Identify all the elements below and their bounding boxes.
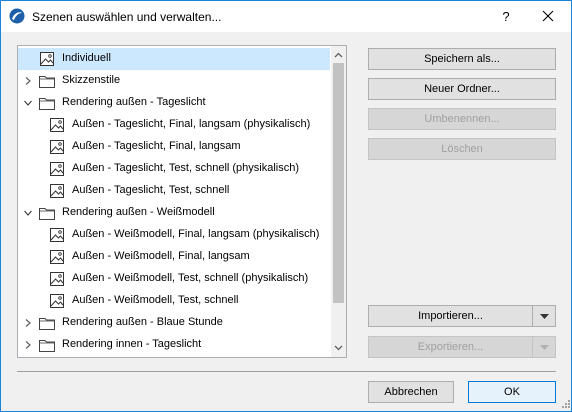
tree-item-label: Rendering außen - Weißmodell	[62, 206, 215, 218]
scene-image-icon	[48, 182, 66, 200]
scene-tree[interactable]: Individuell Skizzenstile Rendering außen -…	[17, 45, 347, 358]
chevron-right-icon[interactable]	[23, 340, 33, 350]
tree-item-label: Außen - Weißmodell, Final, langsam	[72, 250, 250, 262]
tree-item-label: Außen - Tageslicht, Final, langsam (phys…	[72, 118, 311, 130]
tree-item-label: Außen - Weißmodell, Test, schnell (physi…	[72, 272, 309, 284]
tree-scene-row[interactable]: Außen - Weißmodell, Test, schnell (physi…	[18, 268, 330, 290]
scene-dialog: Szenen auswählen und verwalten... ? Indi…	[0, 0, 572, 412]
tree-item-label: Außen - Tageslicht, Test, schnell (physi…	[72, 162, 300, 174]
tree-item-label: Rendering außen - Tageslicht	[62, 96, 206, 108]
tree-folder-row[interactable]: Rendering außen - Tageslicht	[18, 92, 330, 114]
tree-scene-row[interactable]: Individuell	[18, 48, 330, 70]
chevron-down-icon[interactable]	[23, 208, 33, 218]
folder-icon	[38, 314, 56, 332]
delete-button[interactable]: Löschen	[368, 138, 556, 160]
scene-image-icon	[48, 226, 66, 244]
tree-folder-row[interactable]: Skizzenstile	[18, 70, 330, 92]
scene-image-icon	[48, 270, 66, 288]
chevron-right-icon[interactable]	[23, 318, 33, 328]
folder-icon	[38, 336, 56, 354]
tree-scene-row[interactable]: Außen - Weißmodell, Test, schnell	[18, 290, 330, 312]
export-split-button: Exportieren...	[368, 336, 556, 358]
tree-folder-row[interactable]: Rendering innen - Tageslicht	[18, 334, 330, 356]
scene-image-icon	[48, 138, 66, 156]
scene-image-icon	[38, 50, 56, 68]
scene-image-icon	[48, 248, 66, 266]
tree-scene-row[interactable]: Außen - Tageslicht, Final, langsam	[18, 136, 330, 158]
folder-icon	[38, 94, 56, 112]
tree-item-label: Rendering außen - Blaue Stunde	[62, 316, 223, 328]
tree-item-label: Rendering innen - Tageslicht	[62, 338, 202, 350]
ok-button[interactable]: OK	[468, 381, 556, 403]
footer-divider	[17, 371, 556, 372]
new-folder-button[interactable]: Neuer Ordner...	[368, 78, 556, 100]
chevron-right-icon[interactable]	[23, 76, 33, 86]
scene-image-icon	[48, 116, 66, 134]
chevron-down-icon[interactable]	[23, 98, 33, 108]
scene-image-icon	[48, 292, 66, 310]
tree-item-label: Außen - Weißmodell, Test, schnell	[72, 294, 239, 306]
scroll-up-arrow-icon[interactable]	[334, 51, 343, 60]
dropdown-arrow-icon	[540, 345, 549, 350]
resize-grip-icon[interactable]	[559, 399, 571, 411]
import-dropdown-button[interactable]	[532, 305, 556, 327]
tree-item-label: Außen - Tageslicht, Final, langsam	[72, 140, 241, 152]
tree-folder-row[interactable]: Rendering außen - Blaue Stunde	[18, 312, 330, 334]
tree-scene-row[interactable]: Außen - Weißmodell, Final, langsam (phys…	[18, 224, 330, 246]
rename-button[interactable]: Umbenennen...	[368, 108, 556, 130]
scroll-down-arrow-icon[interactable]	[334, 343, 343, 352]
scene-image-icon	[48, 160, 66, 178]
close-button[interactable]	[525, 1, 571, 32]
dropdown-arrow-icon	[540, 314, 549, 319]
export-dropdown-button[interactable]	[532, 336, 556, 358]
tree-scene-row[interactable]: Außen - Weißmodell, Final, langsam	[18, 246, 330, 268]
tree-scene-row[interactable]: Außen - Tageslicht, Final, langsam (phys…	[18, 114, 330, 136]
save-as-button[interactable]: Speichern als...	[368, 48, 556, 70]
window-title: Szenen auswählen und verwalten...	[32, 10, 222, 24]
tree-scene-row[interactable]: Außen - Tageslicht, Test, schnell (physi…	[18, 158, 330, 180]
folder-icon	[38, 204, 56, 222]
import-split-button: Importieren...	[368, 305, 556, 327]
tree-scene-row[interactable]: Außen - Tageslicht, Test, schnell	[18, 180, 330, 202]
tree-item-label: Skizzenstile	[62, 74, 121, 86]
export-button[interactable]: Exportieren...	[368, 336, 533, 358]
tree-scrollbar[interactable]	[331, 46, 346, 357]
tree-item-label: Außen - Weißmodell, Final, langsam (phys…	[72, 228, 320, 240]
tree-folder-row[interactable]: Rendering außen - Weißmodell	[18, 202, 330, 224]
help-button[interactable]: ?	[487, 1, 525, 32]
folder-icon	[38, 72, 56, 90]
cancel-button[interactable]: Abbrechen	[368, 381, 454, 403]
scroll-thumb[interactable]	[333, 63, 344, 303]
close-icon	[542, 10, 554, 22]
title-bar: Szenen auswählen und verwalten... ?	[1, 1, 571, 32]
tree-item-label: Außen - Tageslicht, Test, schnell	[72, 184, 230, 196]
tree-item-label: Individuell	[62, 52, 111, 64]
archicad-app-icon	[9, 8, 25, 24]
import-button[interactable]: Importieren...	[368, 305, 533, 327]
